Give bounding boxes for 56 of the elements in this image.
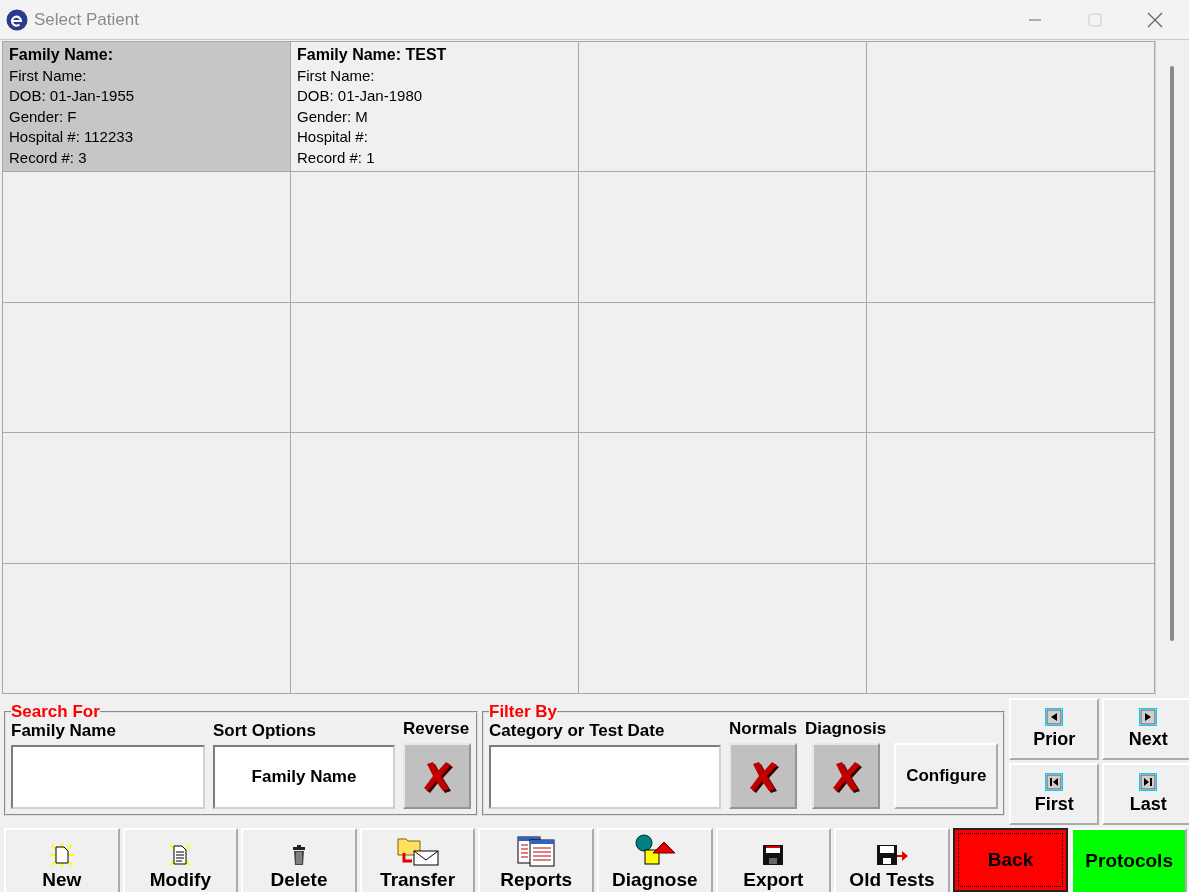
toolbar-button[interactable]: Modify bbox=[122, 828, 239, 892]
field-label: Reverse bbox=[403, 719, 471, 739]
field-label: Category or Test Date bbox=[489, 721, 666, 741]
category-date-field[interactable] bbox=[489, 745, 721, 809]
floppy-disk-arrow-icon bbox=[874, 843, 909, 867]
window-title: Select Patient bbox=[34, 9, 140, 30]
diagnosis-button[interactable] bbox=[811, 743, 880, 809]
patient-info: Gender: M bbox=[297, 106, 369, 127]
right-arrow-icon bbox=[1139, 773, 1158, 791]
nav-button[interactable]: Last bbox=[1102, 763, 1189, 825]
left-arrow-icon bbox=[1045, 708, 1064, 726]
reports-icon bbox=[516, 835, 557, 867]
family-name-field[interactable] bbox=[11, 745, 205, 809]
configure-button[interactable]: Configure bbox=[894, 743, 999, 809]
patient-info: DOB: 01-Jan-1955 bbox=[9, 86, 136, 106]
field-label: Diagnosis bbox=[805, 719, 887, 739]
patient-info: Gender: F bbox=[9, 106, 78, 127]
folder-envelope-icon bbox=[395, 835, 440, 867]
right-arrow-icon bbox=[1139, 708, 1158, 726]
patient-info: Record #: 3 bbox=[9, 147, 88, 168]
patient-info: DOB: 01-Jan-1980 bbox=[297, 86, 424, 106]
toolbar-button[interactable]: Export bbox=[715, 828, 832, 892]
nav-button[interactable]: First bbox=[1009, 763, 1100, 825]
sort-options-field[interactable]: Family Name bbox=[213, 745, 395, 809]
toolbar-button[interactable]: Transfer bbox=[359, 828, 476, 892]
nav-button[interactable]: Prior bbox=[1009, 698, 1100, 760]
scrollbar-thumb[interactable] bbox=[1170, 66, 1174, 641]
toolbar-button[interactable]: Old Tests bbox=[834, 828, 950, 892]
field-label: Sort Options bbox=[213, 721, 317, 741]
app-logo-icon bbox=[6, 8, 28, 31]
patient-card[interactable]: Family Name: TEST First Name: DOB: 01-Jan-1980 Gender: M Hospital #: Record #: 1 bbox=[291, 42, 578, 172]
normals-button[interactable] bbox=[729, 743, 797, 809]
group-title: Filter By bbox=[489, 702, 558, 722]
patient-info: Hospital #: bbox=[297, 127, 369, 147]
group-title: Search For bbox=[11, 702, 100, 722]
new-document-icon bbox=[49, 843, 74, 867]
field-label: Family Name bbox=[11, 721, 117, 741]
toolbar-button[interactable]: New bbox=[4, 828, 120, 892]
edit-document-icon bbox=[168, 843, 193, 867]
toolbar-button[interactable]: Protocols bbox=[1071, 828, 1187, 892]
patient-info: First Name: bbox=[297, 65, 376, 86]
toolbar-button[interactable]: Diagnose bbox=[596, 828, 713, 892]
toolbar-button[interactable]: Back bbox=[952, 828, 1069, 892]
patient-info: First Name: bbox=[9, 65, 88, 86]
toolbar-button[interactable]: Delete bbox=[241, 828, 357, 892]
patient-info: Record #: 1 bbox=[297, 147, 376, 168]
shapes-icon bbox=[632, 833, 677, 867]
patient-card[interactable]: Family Name: First Name: DOB: 01-Jan-1955 Gender: F Hospital #: 112233 Record #: 3 bbox=[3, 42, 290, 172]
patient-info: Family Name: bbox=[9, 45, 115, 65]
patient-info: Hospital #: 112233 bbox=[9, 127, 134, 147]
nav-button[interactable]: Next bbox=[1102, 698, 1189, 760]
toolbar-button[interactable]: Reports bbox=[478, 828, 594, 892]
left-arrow-icon bbox=[1045, 773, 1064, 791]
field-label: Normals bbox=[729, 719, 798, 739]
reverse-button[interactable] bbox=[403, 743, 471, 809]
patient-info: Family Name: TEST bbox=[297, 45, 448, 65]
